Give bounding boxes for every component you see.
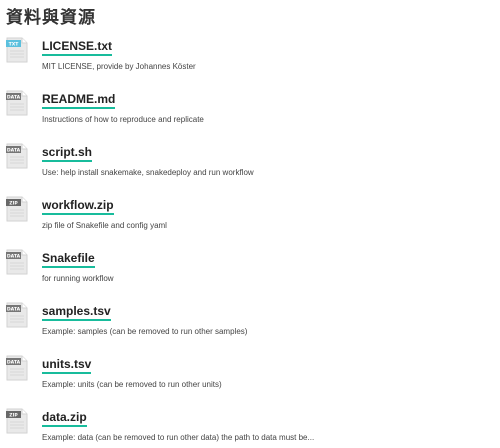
format-label-text: DATA — [7, 307, 21, 313]
resource-name-link[interactable]: Snakefile — [42, 252, 95, 268]
resource-name-link[interactable]: README.md — [42, 93, 116, 109]
format-label-text: DATA — [7, 148, 21, 154]
resource-description: Example: samples (can be removed to run … — [42, 327, 248, 336]
zip-file-icon[interactable]: ZIP — [6, 408, 28, 434]
format-label-text: ZIP — [9, 201, 18, 207]
file-fold-shape — [21, 409, 27, 415]
format-label-text: ZIP — [9, 413, 18, 419]
txt-file-icon[interactable]: TXT — [6, 37, 28, 63]
resource-description: Instructions of how to reproduce and rep… — [42, 115, 204, 124]
resource-list: TXT LICENSE.txt MIT LICENSE, provide by Jo… — [0, 36, 500, 448]
resource-item: ZIP workflow.zip zip file of Snakefile and… — [0, 195, 500, 248]
resources-page: 資料與資源 TXT LICENSE.txt MIT LICENSE, provide… — [0, 0, 500, 448]
data-file-icon[interactable]: DATA — [6, 302, 28, 328]
resource-description: Use: help install snakemake, snakedeploy… — [42, 168, 254, 177]
data-file-icon[interactable]: DATA — [6, 143, 28, 169]
format-label-text: DATA — [7, 95, 21, 101]
resource-name-link[interactable]: samples.tsv — [42, 305, 111, 321]
file-fold-shape — [21, 197, 27, 203]
resource-item: TXT LICENSE.txt MIT LICENSE, provide by Jo… — [0, 36, 500, 89]
format-label-text: TXT — [9, 42, 20, 48]
resource-name-link[interactable]: data.zip — [42, 411, 87, 427]
file-fold-shape — [21, 250, 27, 256]
resource-description: Example: data (can be removed to run oth… — [42, 433, 315, 442]
resource-item: DATA README.md Instructions of how to repr… — [0, 89, 500, 142]
file-fold-shape — [21, 144, 27, 150]
data-file-icon[interactable]: DATA — [6, 90, 28, 116]
resource-item: ZIP data.zip Example: data (can be removed… — [0, 407, 500, 448]
data-file-icon[interactable]: DATA — [6, 355, 28, 381]
format-label-text: DATA — [7, 360, 21, 366]
resource-item: DATA units.tsv Example: units (can be remo… — [0, 354, 500, 407]
resource-name-link[interactable]: script.sh — [42, 146, 93, 162]
zip-file-icon[interactable]: ZIP — [6, 196, 28, 222]
resource-item: DATA samples.tsv Example: samples (can be … — [0, 301, 500, 354]
file-fold-shape — [21, 303, 27, 309]
resource-name-link[interactable]: units.tsv — [42, 358, 92, 374]
data-file-icon[interactable]: DATA — [6, 249, 28, 275]
resource-description: MIT LICENSE, provide by Johannes Köster — [42, 62, 196, 71]
resource-description: for running workflow — [42, 274, 114, 283]
resource-description: Example: units (can be removed to run ot… — [42, 380, 222, 389]
file-fold-shape — [21, 38, 27, 44]
resource-name-link[interactable]: workflow.zip — [42, 199, 114, 215]
resource-item: DATA script.sh Use: help install snakemake… — [0, 142, 500, 195]
format-label-text: DATA — [7, 254, 21, 260]
section-title: 資料與資源 — [6, 8, 96, 28]
resource-item: DATA Snakefile for running workflow — [0, 248, 500, 301]
resource-description: zip file of Snakefile and config yaml — [42, 221, 167, 230]
file-fold-shape — [21, 356, 27, 362]
resource-name-link[interactable]: LICENSE.txt — [42, 40, 113, 56]
file-fold-shape — [21, 91, 27, 97]
